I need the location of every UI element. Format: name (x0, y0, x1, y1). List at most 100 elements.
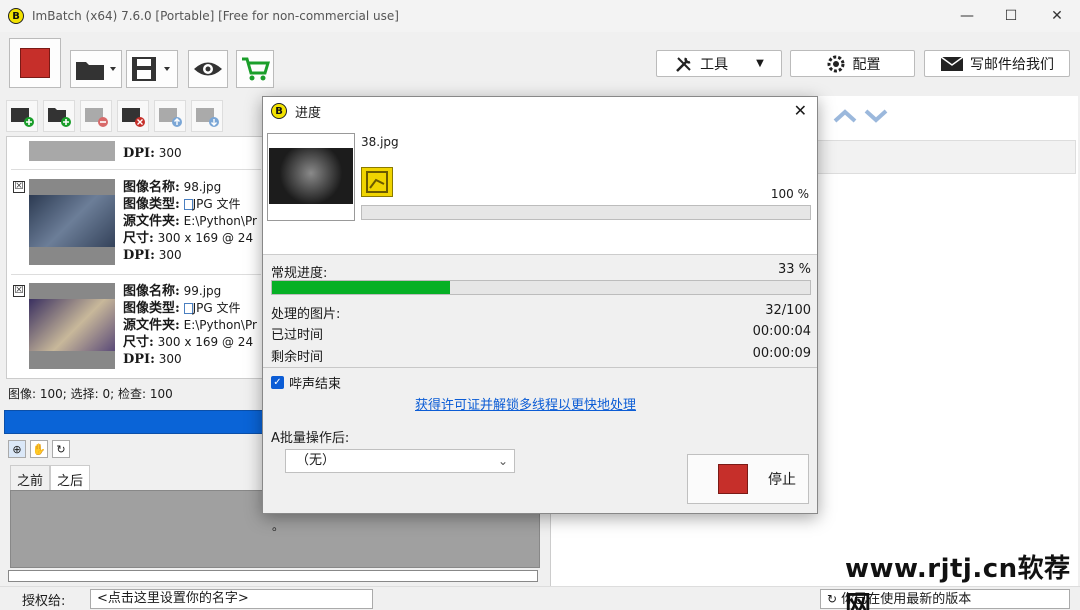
name-label: 图像名称: (123, 180, 180, 195)
beep-label: 哔声结束 (289, 377, 342, 392)
refresh-icon: ↻ (827, 592, 838, 606)
shopping-cart-icon (242, 57, 270, 81)
dpi-label: DPI: (123, 352, 155, 367)
dialog-title-bar: B 进度 ✕ (263, 97, 817, 125)
app-logo-icon: B (271, 103, 287, 119)
stop-label: 停止 (768, 472, 796, 488)
title-bar: B ImBatch (x64) 7.6.0 [Portable] [Free f… (0, 0, 1080, 32)
stop-button[interactable]: 停止 (687, 454, 809, 504)
stray-dot: 。 (272, 519, 285, 533)
current-file-thumbnail (267, 133, 355, 221)
file-icon (183, 199, 193, 210)
chevron-down-icon: ⌄ (497, 454, 508, 468)
wrench-icon (676, 56, 691, 72)
current-file-name: 38.jpg (361, 135, 399, 149)
email-button[interactable]: 写邮件给我们 (924, 50, 1070, 77)
after-batch-label: A批量操作后: (271, 431, 350, 446)
move-up-task-button[interactable] (832, 102, 858, 130)
move-down-image-button[interactable] (191, 100, 223, 132)
overall-label: 常规进度: (271, 266, 328, 281)
delete-image-button[interactable] (117, 100, 149, 132)
rotate-icon[interactable]: ↻ (52, 440, 70, 458)
move-up-image-button[interactable] (154, 100, 186, 132)
image-count-status: 图像: 100; 选择: 0; 检查: 100 (8, 387, 173, 401)
hand-icon[interactable]: ✋ (30, 440, 48, 458)
licensee-name-field[interactable]: <点击这里设置你的名字> (90, 589, 373, 609)
preview-button[interactable] (188, 50, 228, 88)
move-down-task-button[interactable] (863, 102, 889, 130)
dpi-value: 300 (158, 248, 182, 262)
item-checkbox[interactable]: ☒ (13, 285, 25, 297)
close-button[interactable]: ✕ (1034, 0, 1080, 32)
type-value: JPG 文件 (192, 197, 241, 211)
minimize-button[interactable]: — (944, 0, 990, 32)
type-label: 图像类型: (123, 301, 180, 316)
add-folder-button[interactable] (43, 100, 75, 132)
task-progress-bar (4, 410, 266, 434)
delete-image-icon (122, 108, 145, 127)
stop-icon (20, 48, 50, 78)
dpi-value: 300 (158, 352, 182, 366)
thumbnail (29, 283, 115, 369)
email-label: 写邮件给我们 (970, 56, 1054, 73)
thumbnail (29, 141, 115, 161)
tools-label: 工具 (700, 56, 729, 73)
dpi-label: DPI: (123, 248, 155, 263)
folder-value: E:\Python\Pr (183, 318, 257, 332)
maximize-button[interactable]: ☐ (988, 0, 1034, 32)
horizontal-scrollbar[interactable] (8, 570, 538, 582)
dialog-close-button[interactable]: ✕ (794, 101, 807, 120)
remove-image-button[interactable] (80, 100, 112, 132)
file-progress-bar (361, 205, 811, 220)
add-folder-icon (48, 108, 71, 127)
progress-dialog: B 进度 ✕ 38.jpg 100 % 常规进度: 33 % 处理的图片: 32… (262, 96, 818, 533)
current-file-panel: 38.jpg 100 % (263, 125, 817, 255)
list-item[interactable]: ☒ 图像名称: 98.jpg 图像类型: JPG 文件 源文件夹: E:\Pyt… (7, 175, 265, 271)
stop-process-button[interactable] (9, 38, 61, 88)
divider (11, 169, 261, 170)
list-item[interactable]: ☒ 图像名称: 99.jpg 图像类型: JPG 文件 源文件夹: E:\Pyt… (7, 279, 265, 375)
save-button[interactable] (126, 50, 178, 88)
license-link[interactable]: 获得许可证并解锁多线程以更快地处理 (415, 394, 636, 413)
save-file-icon (361, 167, 393, 197)
gear-icon (827, 55, 844, 72)
type-value: JPG 文件 (192, 301, 241, 315)
elapsed-value: 00:00:04 (752, 324, 811, 339)
tools-button[interactable]: 工具 ▼ (656, 50, 782, 77)
dpi-value: 300 (158, 146, 182, 160)
overall-progress-fill (272, 281, 450, 294)
eye-icon (194, 62, 222, 76)
chevron-down-icon: ▼ (756, 58, 764, 69)
zoom-icon[interactable]: ⊕ (8, 440, 26, 458)
file-progress-fill (362, 206, 810, 219)
move-down-icon (196, 108, 219, 127)
add-image-icon (11, 108, 34, 127)
divider (11, 274, 261, 275)
beep-on-finish-checkbox[interactable]: ✓ 哔声结束 (271, 373, 341, 392)
remaining-row: 剩余时间 00:00:09 (271, 346, 811, 365)
watermark: www.rjtj.cn软荐网 (845, 554, 1071, 610)
list-item[interactable]: DPI: 300 (7, 137, 265, 167)
divider (263, 367, 817, 368)
folder-label: 源文件夹: (123, 214, 180, 229)
thumbnail-image (269, 148, 353, 204)
remove-image-icon (85, 108, 108, 127)
main-toolbar: 工具 ▼ 配置 写邮件给我们 (0, 32, 1080, 96)
move-up-icon (159, 108, 182, 127)
config-button[interactable]: 配置 (790, 50, 915, 77)
item-checkbox[interactable]: ☒ (13, 181, 25, 193)
size-label: 尺寸: (123, 231, 154, 246)
window-title: ImBatch (x64) 7.6.0 [Portable] [Free for… (32, 9, 399, 23)
after-batch-select[interactable]: （无） ⌄ (285, 449, 515, 473)
folder-open-icon (76, 62, 116, 80)
remaining-value: 00:00:09 (752, 346, 811, 361)
add-image-button[interactable] (6, 100, 38, 132)
open-button[interactable] (70, 50, 122, 88)
stop-icon (718, 464, 748, 494)
size-value: 300 x 169 @ 24 (157, 231, 254, 245)
elapsed-row: 已过时间 00:00:04 (271, 324, 811, 343)
after-batch-value: （无） (296, 453, 336, 468)
image-list[interactable]: DPI: 300 ☒ 图像名称: 98.jpg 图像类型: JPG 文件 源文件… (6, 136, 266, 379)
buy-button[interactable] (236, 50, 274, 88)
name-value: 98.jpg (183, 180, 222, 194)
